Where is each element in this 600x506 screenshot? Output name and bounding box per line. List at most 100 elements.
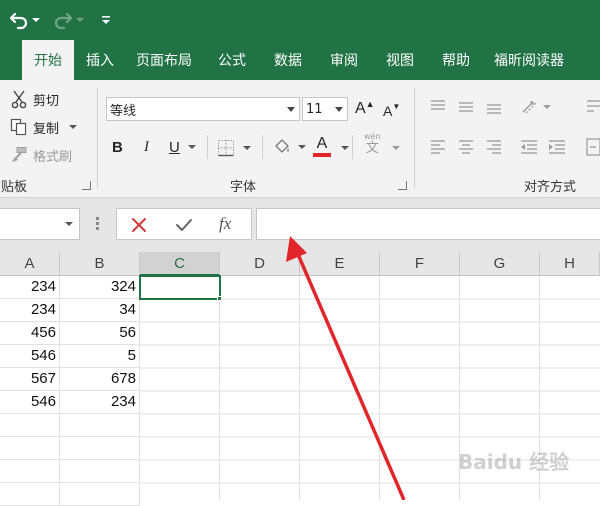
- column-header-c[interactable]: C: [140, 252, 220, 276]
- bold-button[interactable]: B: [112, 136, 123, 158]
- separator: [352, 135, 353, 159]
- active-cell-c1[interactable]: [139, 275, 221, 300]
- cell-b3[interactable]: 56: [60, 322, 140, 345]
- copy-label: 复制: [33, 121, 60, 137]
- cell-a9[interactable]: [0, 460, 60, 483]
- copy-button[interactable]: 复制: [10, 116, 78, 138]
- cell-a6[interactable]: 546: [0, 391, 60, 414]
- fill-handle[interactable]: [217, 296, 222, 301]
- font-size-select[interactable]: 11: [302, 97, 348, 121]
- decrease-font-size-button[interactable]: A ▼: [383, 100, 400, 122]
- cell-b10[interactable]: [60, 483, 140, 506]
- formula-bar: fx: [0, 198, 600, 252]
- font-name-select[interactable]: 等线: [106, 97, 300, 121]
- align-center-icon[interactable]: [458, 140, 474, 154]
- tab-help[interactable]: 帮助: [428, 40, 484, 80]
- cell-a8[interactable]: [0, 437, 60, 460]
- redo-dropdown-icon[interactable]: [76, 18, 84, 22]
- cell-a3[interactable]: 456: [0, 322, 60, 345]
- customize-qat-button[interactable]: [100, 8, 112, 32]
- increase-font-size-button[interactable]: A ▲: [355, 98, 375, 120]
- tab-review[interactable]: 审阅: [316, 40, 372, 80]
- fill-color-button[interactable]: [272, 136, 306, 158]
- cell-b9[interactable]: [60, 460, 140, 483]
- phonetic-small-label: wén: [364, 132, 381, 141]
- font-color-button[interactable]: A: [313, 135, 331, 161]
- fill-color-dropdown-icon[interactable]: [298, 145, 306, 149]
- column-header-h[interactable]: H: [540, 252, 600, 276]
- chevron-down-icon: [287, 107, 295, 112]
- orientation-dropdown-icon[interactable]: [543, 105, 551, 109]
- merge-center-icon[interactable]: [586, 138, 600, 156]
- tab-page-layout[interactable]: 页面布局: [124, 40, 204, 80]
- underline-dropdown-icon[interactable]: [187, 145, 196, 149]
- tab-foxit-reader[interactable]: 福昕阅读器: [484, 40, 574, 80]
- cell-a5[interactable]: 567: [0, 368, 60, 391]
- chevron-down-icon: [335, 107, 343, 112]
- cell-b1[interactable]: 324: [60, 276, 140, 299]
- cell-b8[interactable]: [60, 437, 140, 460]
- undo-button[interactable]: [8, 8, 40, 32]
- format-painter-icon: [10, 146, 28, 164]
- tab-insert[interactable]: 插入: [74, 40, 124, 80]
- increase-font-size-label: A: [355, 100, 366, 117]
- orientation-icon[interactable]: [520, 98, 551, 116]
- copy-dropdown-icon[interactable]: [69, 125, 78, 129]
- align-middle-icon[interactable]: [458, 100, 474, 114]
- formula-buttons: fx: [116, 208, 252, 240]
- format-painter-button[interactable]: 格式刷: [10, 144, 72, 166]
- align-left-icon[interactable]: [430, 140, 446, 154]
- tab-view[interactable]: 视图: [372, 40, 428, 80]
- insert-function-button[interactable]: fx: [219, 214, 231, 234]
- align-top-icon[interactable]: [430, 100, 446, 114]
- column-header-d[interactable]: D: [220, 252, 300, 276]
- increase-indent-icon[interactable]: [548, 140, 566, 154]
- cell-a10[interactable]: [0, 483, 60, 506]
- column-header-b[interactable]: B: [60, 252, 140, 276]
- phonetic-guide-button[interactable]: wén 文: [364, 132, 381, 162]
- italic-button[interactable]: I: [144, 136, 149, 158]
- undo-dropdown-icon[interactable]: [32, 18, 40, 22]
- redo-button[interactable]: [52, 8, 84, 32]
- formula-bar-grip-icon[interactable]: [96, 217, 99, 231]
- cell-a2[interactable]: 234: [0, 299, 60, 322]
- column-header-a[interactable]: A: [0, 252, 60, 276]
- cell-a7[interactable]: [0, 414, 60, 437]
- cell-b2[interactable]: 34: [60, 299, 140, 322]
- column-header-e[interactable]: E: [300, 252, 380, 276]
- copy-icon: [10, 118, 28, 136]
- cell-b7[interactable]: [60, 414, 140, 437]
- ribbon-tab-bar: 开始 插入 页面布局 公式 数据 审阅 视图 帮助 福昕阅读器: [0, 40, 600, 80]
- cut-button[interactable]: 剪切: [10, 88, 59, 110]
- check-icon[interactable]: [175, 217, 193, 233]
- cell-b4[interactable]: 5: [60, 345, 140, 368]
- column-header-g[interactable]: G: [460, 252, 540, 276]
- name-box-dropdown-icon[interactable]: [65, 222, 73, 226]
- tab-formulas[interactable]: 公式: [204, 40, 260, 80]
- decrease-indent-icon[interactable]: [520, 140, 538, 154]
- phonetic-dropdown-icon[interactable]: [392, 146, 400, 150]
- clipboard-dialog-launcher-icon[interactable]: [82, 181, 91, 190]
- phonetic-label: 文: [365, 141, 379, 156]
- separator: [262, 135, 263, 159]
- font-color-dropdown-icon[interactable]: [341, 146, 349, 150]
- cancel-icon[interactable]: [131, 217, 147, 233]
- column-header-f[interactable]: F: [380, 252, 460, 276]
- cell-b6[interactable]: 234: [60, 391, 140, 414]
- underline-button[interactable]: U: [169, 136, 196, 158]
- formula-input[interactable]: [256, 208, 600, 240]
- tab-data[interactable]: 数据: [260, 40, 316, 80]
- name-box[interactable]: [0, 208, 80, 240]
- borders-dropdown-icon[interactable]: [243, 146, 251, 150]
- font-size-value: 11: [306, 101, 323, 117]
- paint-bucket-icon: [272, 137, 292, 157]
- font-dialog-launcher-icon[interactable]: [398, 181, 407, 190]
- cell-a4[interactable]: 546: [0, 345, 60, 368]
- align-bottom-icon[interactable]: [486, 100, 502, 114]
- tab-home[interactable]: 开始: [22, 40, 74, 80]
- wrap-text-icon[interactable]: [586, 98, 600, 116]
- cell-b5[interactable]: 678: [60, 368, 140, 391]
- cell-a1[interactable]: 234: [0, 276, 60, 299]
- align-right-icon[interactable]: [486, 140, 502, 154]
- borders-button[interactable]: [217, 137, 251, 159]
